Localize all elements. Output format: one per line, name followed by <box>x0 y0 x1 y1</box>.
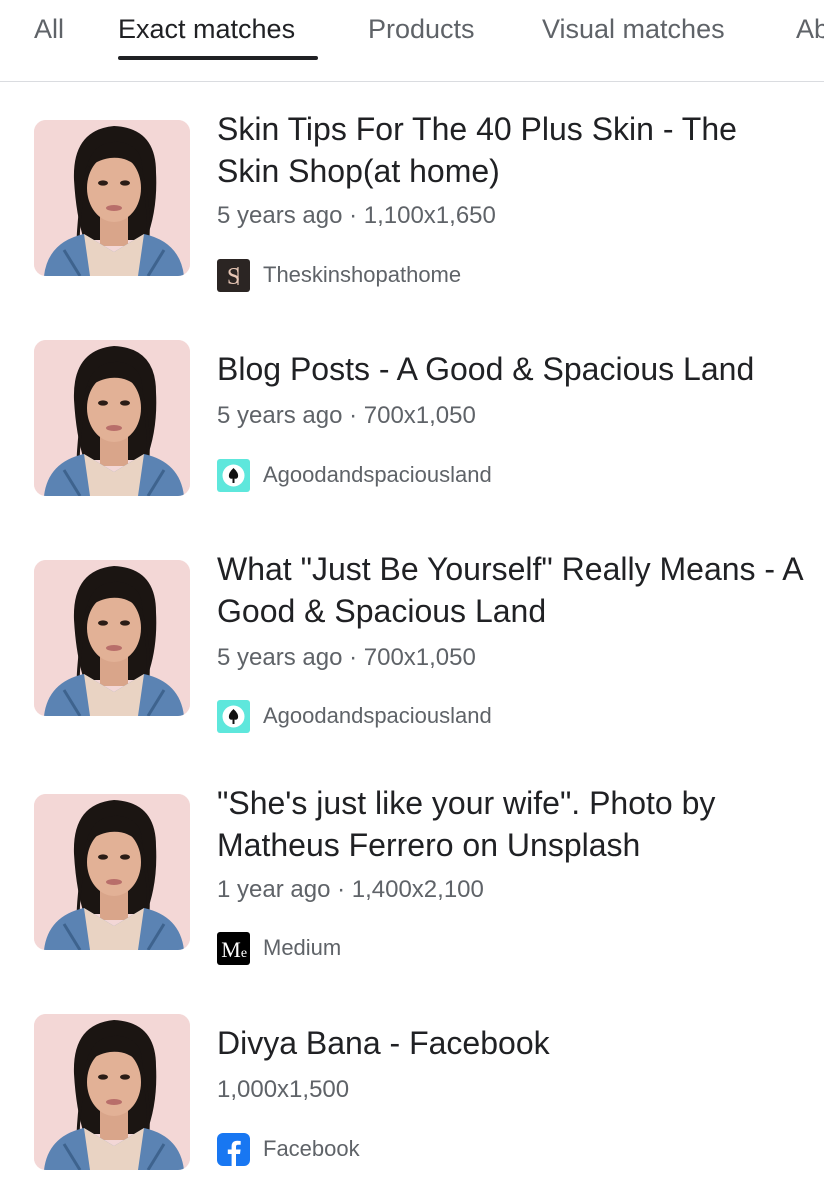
result-source[interactable]: Facebook <box>217 1132 360 1166</box>
medium-m-logo-icon: Me <box>217 931 250 965</box>
svg-text:e: e <box>241 946 247 961</box>
result-title[interactable]: Skin Tips For The 40 Plus Skin - The Ski… <box>217 108 807 192</box>
tab-all[interactable]: All <box>34 14 64 45</box>
result-source[interactable]: Me Medium <box>217 931 341 965</box>
result-source[interactable]: Agoodandspaciousland <box>217 699 492 733</box>
source-name: Agoodandspaciousland <box>263 462 492 487</box>
result-title[interactable]: Divya Bana - Facebook <box>217 1022 807 1064</box>
result-thumbnail[interactable] <box>34 120 190 276</box>
result-title[interactable]: Blog Posts - A Good & Spacious Land <box>217 348 807 390</box>
result-thumbnail[interactable] <box>34 794 190 950</box>
tab-exact-matches[interactable]: Exact matches <box>118 14 295 45</box>
source-name: Theskinshopathome <box>263 262 462 287</box>
skinshop-s-logo-icon: S <box>217 258 250 292</box>
result-thumbnail[interactable] <box>34 1014 190 1170</box>
result-source[interactable]: Agoodandspaciousland <box>217 458 492 492</box>
tab-about[interactable]: Ab <box>796 14 824 45</box>
spade-tree-logo-icon <box>217 699 250 733</box>
source-name: Agoodandspaciousland <box>263 703 492 728</box>
spade-tree-logo-icon <box>217 458 250 492</box>
result-meta: 5 years ago · 700x1,050 <box>217 644 476 671</box>
results-tab-bar: All Exact matches Products Visual matche… <box>0 0 824 82</box>
source-name: Medium <box>263 935 342 960</box>
facebook-f-logo-icon <box>217 1132 250 1166</box>
result-thumbnail[interactable] <box>34 560 190 716</box>
tab-visual-matches[interactable]: Visual matches <box>542 14 725 45</box>
active-tab-indicator <box>118 56 318 60</box>
tab-products[interactable]: Products <box>368 14 475 45</box>
result-thumbnail[interactable] <box>34 340 190 496</box>
result-meta: 1,000x1,500 <box>217 1076 350 1103</box>
result-source[interactable]: S Theskinshopathome <box>217 258 461 292</box>
result-title[interactable]: "She's just like your wife". Photo by Ma… <box>217 782 807 866</box>
result-meta: 1 year ago · 1,400x2,100 <box>217 876 484 903</box>
result-title[interactable]: What "Just Be Yourself" Really Means - A… <box>217 548 807 632</box>
source-name: Facebook <box>263 1136 360 1161</box>
svg-text:M: M <box>221 937 241 962</box>
result-meta: 5 years ago · 700x1,050 <box>217 402 476 429</box>
result-meta: 5 years ago · 1,100x1,650 <box>217 202 496 229</box>
